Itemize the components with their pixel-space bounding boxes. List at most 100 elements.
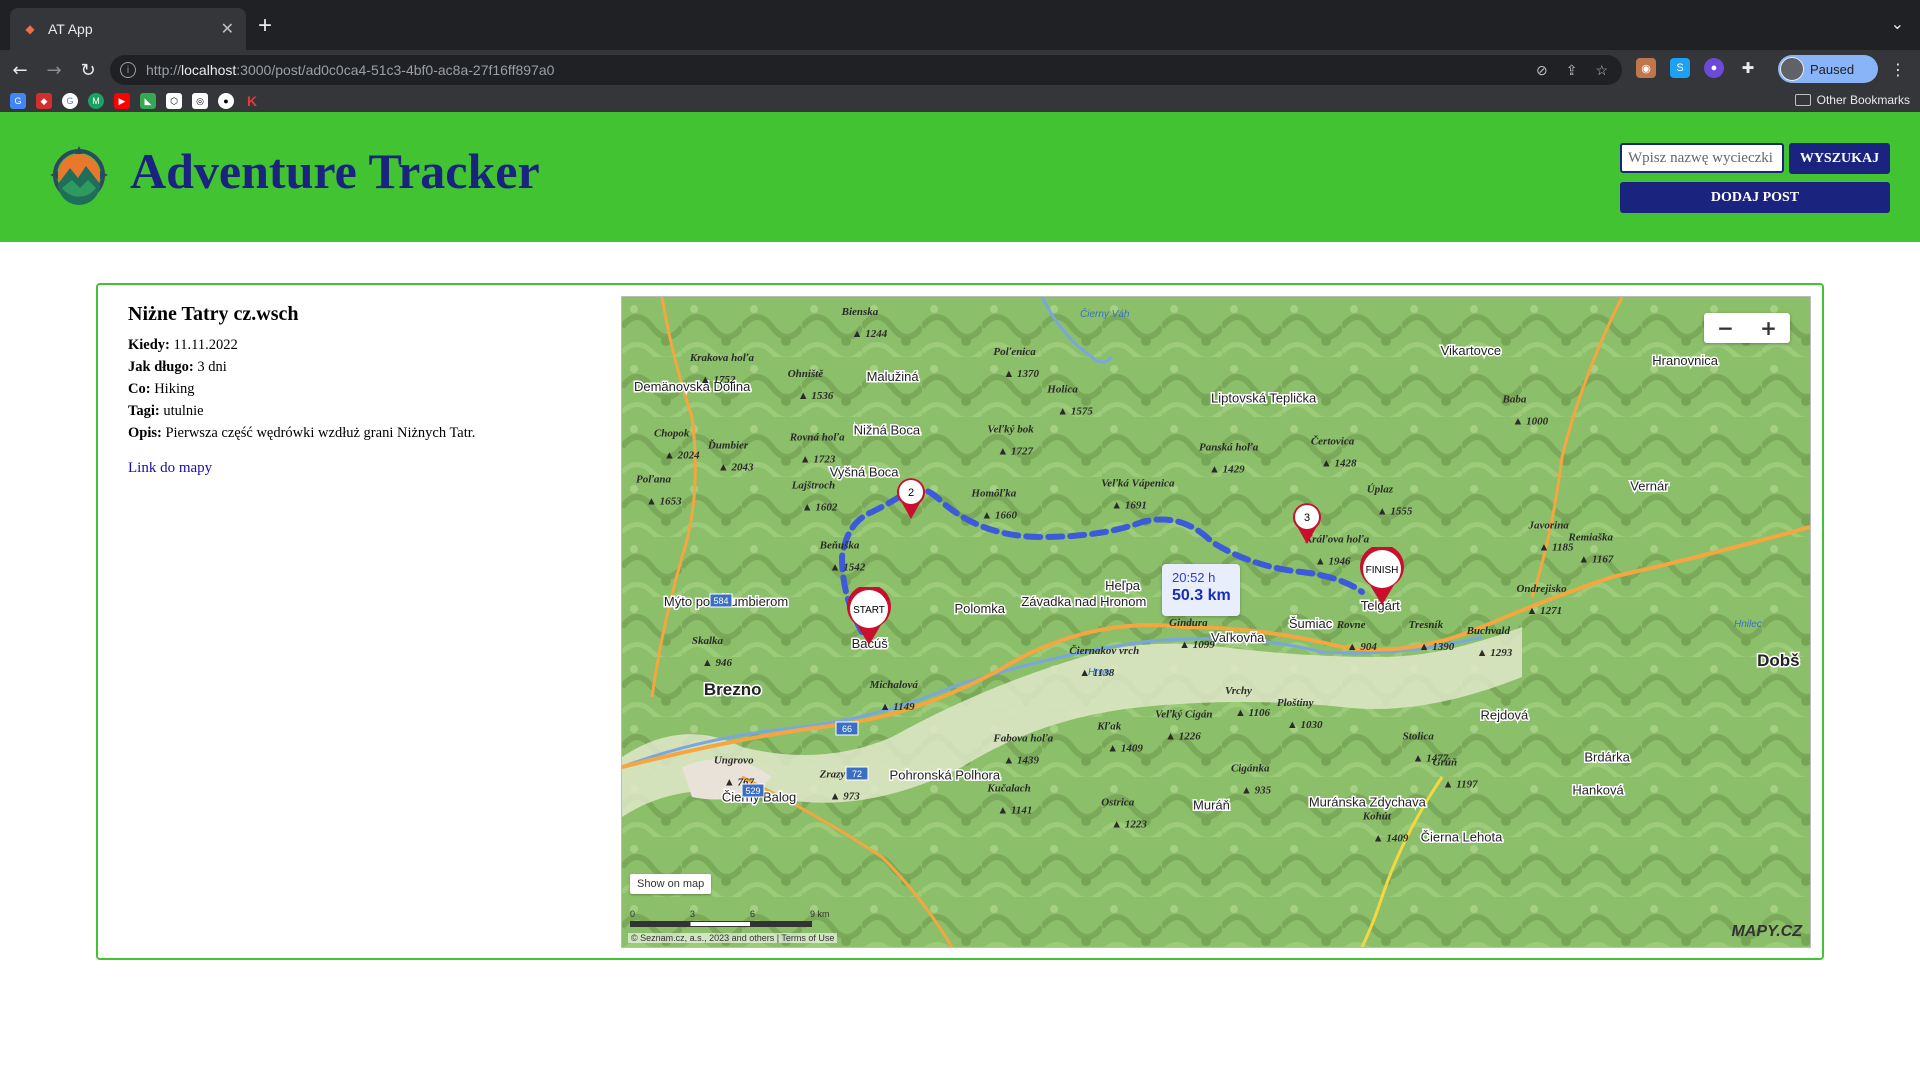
peak-name: Michalová: [869, 679, 919, 691]
peak-elevation: ▲ 1000: [1513, 416, 1549, 428]
peak-name: Cigánka: [1231, 763, 1270, 775]
bookmark-translate-icon[interactable]: G: [10, 93, 26, 109]
start-marker[interactable]: START: [845, 587, 893, 647]
scale-label-0: 0: [630, 909, 636, 919]
show-on-map-button[interactable]: Show on map: [630, 874, 712, 894]
waypoint-2-marker[interactable]: 2: [895, 477, 927, 521]
bookmark-maps-icon[interactable]: ◣: [140, 93, 156, 109]
map-canvas[interactable]: Demänovská DolinaMalužináNižná BocaVyšná…: [622, 297, 1810, 947]
profile-button[interactable]: Paused: [1778, 55, 1878, 83]
peak-name: Stolica: [1403, 731, 1435, 743]
zoom-out-icon[interactable]: −: [1704, 313, 1747, 343]
place-label: Heľpa: [1105, 578, 1141, 593]
finish-marker[interactable]: FINISH: [1358, 547, 1406, 607]
peak-elevation: ▲ 1429: [1209, 464, 1245, 476]
peak-name: Kučalach: [986, 783, 1030, 795]
peak-elevation: ▲ 1226: [1165, 731, 1201, 743]
extensions-puzzle-icon[interactable]: ✚: [1738, 58, 1758, 78]
peak-name: Holica: [1046, 384, 1078, 396]
place-label: Brezno: [704, 680, 762, 699]
search-input[interactable]: [1620, 143, 1784, 173]
scale-label-6: 6: [750, 909, 756, 919]
mapy-cz-logo: MAPY.CZ: [1731, 923, 1802, 940]
peak-elevation: ▲ 1542: [830, 561, 866, 573]
route-distance: 50.3 km: [1172, 587, 1231, 604]
peak-elevation: ▲ 1106: [1235, 707, 1271, 719]
peak-elevation: ▲ 1409: [1373, 832, 1409, 844]
zoom-controls: − +: [1704, 313, 1790, 343]
peak-elevation: ▲ 1293: [1477, 647, 1513, 659]
peak-name: Tresník: [1409, 619, 1444, 631]
peak-name: Fabova hoľa: [992, 733, 1053, 745]
place-label: Vaľkovňa: [1211, 630, 1265, 645]
peak-name: Homôľka: [970, 487, 1016, 499]
add-post-button[interactable]: DODAJ POST: [1620, 182, 1890, 213]
bookmark-hex-icon[interactable]: ⬡: [166, 93, 182, 109]
road-number: 72: [852, 769, 862, 779]
zoom-in-icon[interactable]: +: [1747, 313, 1790, 343]
post-tags-row: Tagi: utulnie: [128, 400, 608, 422]
tab-search-icon[interactable]: ⌄: [1891, 14, 1904, 34]
peak-elevation: ▲ 1167: [1578, 553, 1614, 565]
waypoint-3-marker[interactable]: 3: [1291, 502, 1323, 546]
peak-name: Čiernakov vrch: [1069, 644, 1139, 657]
bookmark-m-icon[interactable]: M: [88, 93, 104, 109]
route-map[interactable]: Demänovská Dolina Malužiná Nižná Boca Vyšná…: [621, 296, 1811, 948]
peak-name: Javorina: [1527, 519, 1569, 531]
address-bar[interactable]: i http://localhost:3000/post/ad0c0ca4-51…: [110, 55, 1622, 85]
avatar: [1780, 57, 1804, 81]
reload-icon[interactable]: ↻: [74, 56, 102, 84]
bookmark-google-icon[interactable]: G: [62, 93, 78, 109]
tab-close-icon[interactable]: ✕: [221, 19, 234, 39]
post-date-row: Kiedy: 11.11.2022: [128, 334, 608, 356]
peak-name: Grúň: [1433, 757, 1457, 769]
search-button[interactable]: WYSZUKAJ: [1789, 143, 1890, 174]
bookmark-k-icon[interactable]: K: [244, 93, 260, 109]
app-header: Adventure Tracker WYSZUKAJ DODAJ POST: [0, 112, 1920, 242]
forward-icon[interactable]: →: [40, 56, 68, 84]
extension-circle-icon[interactable]: ●: [1704, 58, 1724, 78]
peak-elevation: ▲ 1555: [1377, 505, 1413, 517]
url-prefix: http://: [146, 62, 182, 78]
bookmark-star-icon[interactable]: ☆: [1595, 62, 1608, 79]
bookmark-youtube-icon[interactable]: ▶: [114, 93, 130, 109]
peak-name: Gindura: [1169, 617, 1208, 629]
extension-owl-icon[interactable]: ◉: [1636, 58, 1656, 78]
peak-name: Veľký Cigán: [1155, 709, 1212, 721]
place-label: Pohronská Polhora: [890, 768, 1001, 783]
bookmark-github-icon[interactable]: ●: [218, 93, 234, 109]
post-description-row: Opis: Pierwsza część wędrówki wzdłuż gra…: [128, 422, 608, 444]
peak-elevation: ▲ 1602: [802, 501, 838, 513]
browser-menu-icon[interactable]: ⋮: [1890, 60, 1906, 79]
back-icon[interactable]: ←: [6, 56, 34, 84]
bookmark-red-icon[interactable]: ◆: [36, 93, 52, 109]
bookmark-camera-icon[interactable]: ◎: [192, 93, 208, 109]
peak-elevation: ▲ 1223: [1111, 818, 1147, 830]
peak-name: Úplaz: [1367, 483, 1394, 495]
extension-s-icon[interactable]: S: [1670, 58, 1690, 78]
peak-name: Ploštiny: [1277, 697, 1314, 709]
map-copyright[interactable]: © Seznam.cz, a.s., 2023 and others | Ter…: [628, 933, 838, 943]
profile-label: Paused: [1810, 61, 1855, 77]
place-label: Hranovnica: [1652, 353, 1719, 368]
peak-elevation: ▲ 1691: [1111, 499, 1147, 511]
post-card: Niżne Tatry cz.wsch Kiedy: 11.11.2022 Ja…: [96, 283, 1824, 960]
site-info-icon[interactable]: i: [120, 62, 136, 78]
eye-off-icon[interactable]: ⊘: [1536, 62, 1548, 79]
share-icon[interactable]: ⇪: [1566, 62, 1578, 79]
peak-name: Rovná hoľa: [789, 432, 845, 444]
new-tab-icon[interactable]: +: [258, 12, 272, 40]
place-label: Malužiná: [867, 369, 920, 384]
peak-name: Rovne: [1336, 619, 1366, 631]
other-bookmarks-label: Other Bookmarks: [1816, 93, 1910, 107]
map-link[interactable]: Link do mapy: [128, 460, 212, 477]
browser-tab[interactable]: ◆ AT App ✕: [10, 8, 246, 50]
activity-label: Co:: [128, 381, 151, 397]
peak-elevation: ▲ 1727: [997, 446, 1033, 458]
peak-elevation: ▲ 1244: [852, 328, 888, 340]
other-bookmarks[interactable]: Other Bookmarks: [1794, 93, 1910, 107]
finish-marker-label: FINISH: [1366, 565, 1399, 576]
compass-logo-icon: [50, 146, 108, 205]
browser-tab-bar: ◆ AT App ✕ + ⌄: [0, 0, 1920, 50]
place-label: Hanková: [1572, 783, 1624, 798]
